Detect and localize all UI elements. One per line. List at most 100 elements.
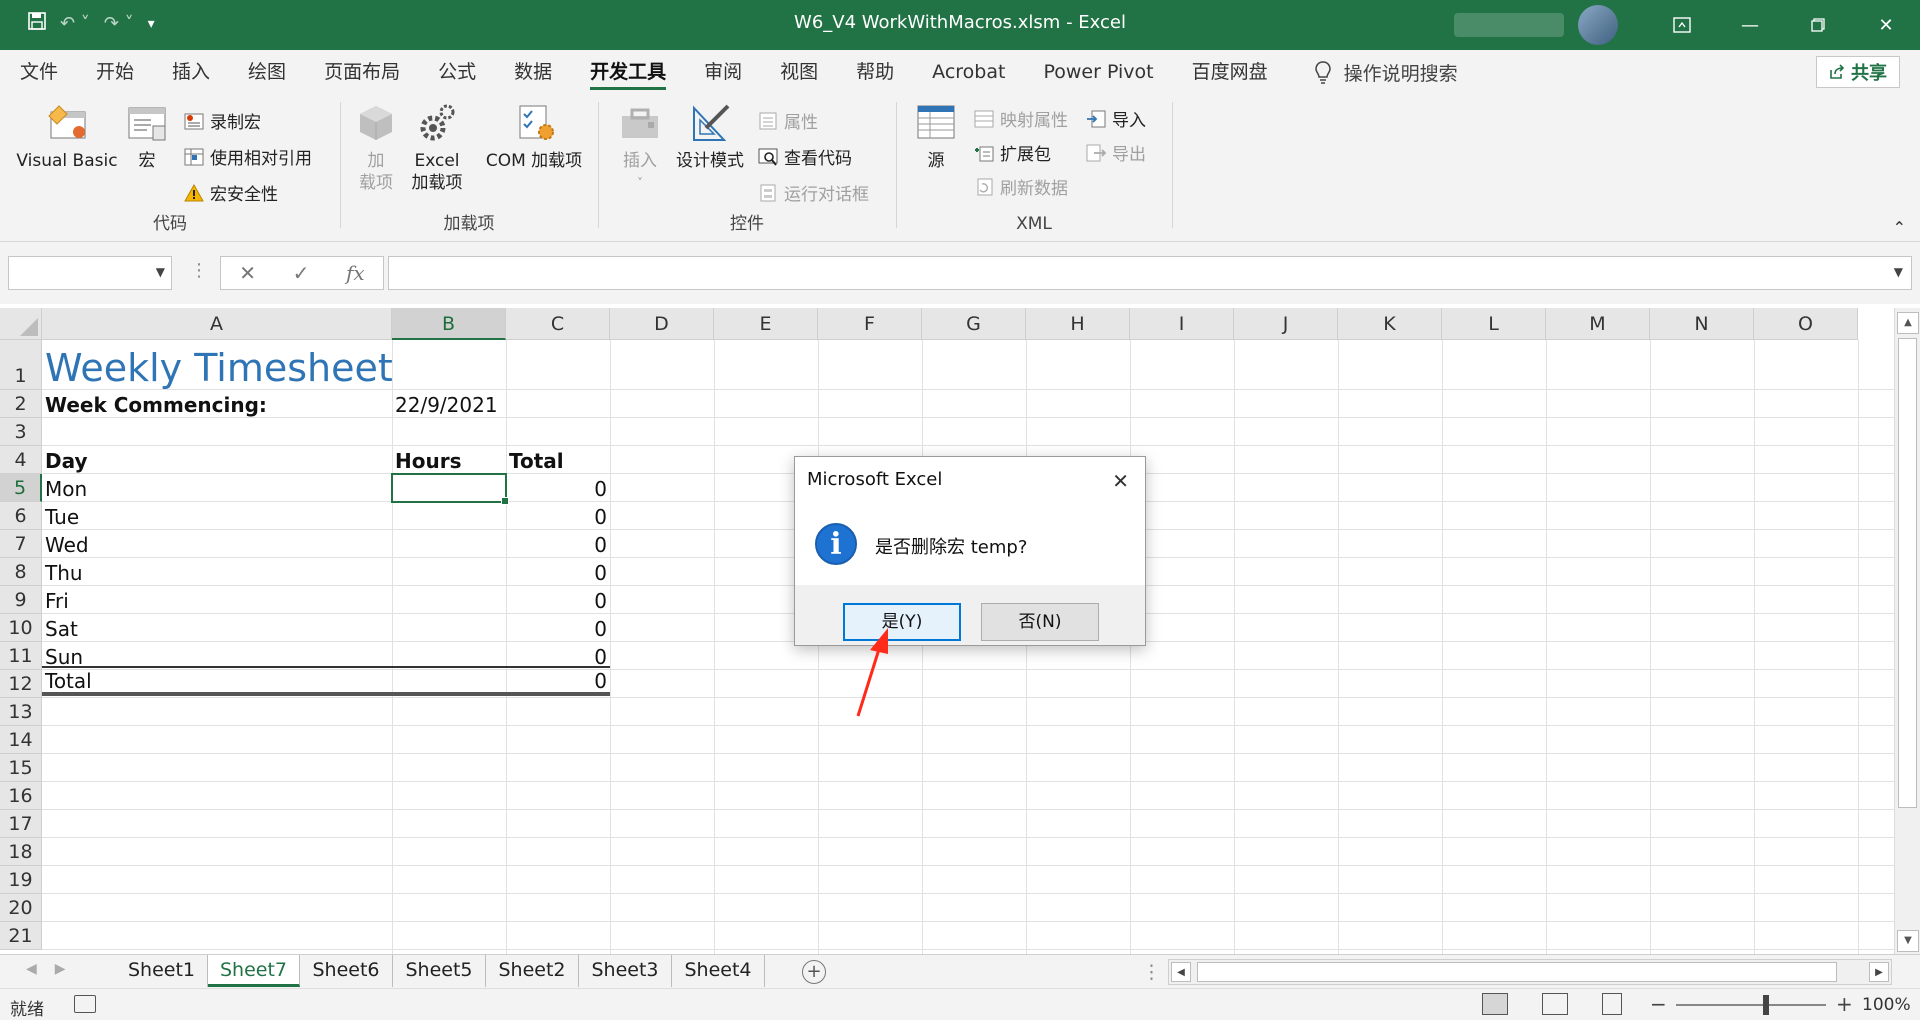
column-header-h[interactable]: H <box>1026 308 1130 340</box>
row-header-3[interactable]: 3 <box>0 418 42 446</box>
add-sheet-icon[interactable]: + <box>802 960 826 984</box>
tab-data[interactable]: 数据 <box>514 50 552 94</box>
macro-recording-icon[interactable] <box>74 995 96 1013</box>
customize-icon[interactable]: ▾ <box>148 16 155 32</box>
grand-total-value[interactable]: 0 <box>506 669 610 694</box>
zoom-slider-thumb[interactable] <box>1763 995 1769 1015</box>
zoom-out-button[interactable]: − <box>1650 992 1667 1016</box>
prev-sheet-icon[interactable]: ◀ <box>26 961 37 977</box>
column-header-b[interactable]: B <box>392 308 506 340</box>
column-header-o[interactable]: O <box>1754 308 1858 340</box>
row-header-15[interactable]: 15 <box>0 754 42 782</box>
com-addins-button[interactable]: COM 加载项 <box>478 102 590 172</box>
tab-review[interactable]: 审阅 <box>704 50 742 94</box>
no-button[interactable]: 否(N) <box>981 603 1099 641</box>
row-header-7[interactable]: 7 <box>0 530 42 558</box>
day-cell[interactable]: Wed <box>42 530 392 558</box>
visual-basic-button[interactable]: Visual Basic <box>12 102 122 172</box>
avatar[interactable] <box>1578 5 1618 45</box>
day-cell[interactable]: Tue <box>42 502 392 530</box>
week-commencing-label[interactable]: Week Commencing: <box>42 390 392 418</box>
tab-developer[interactable]: 开发工具 <box>590 50 667 94</box>
row-header-19[interactable]: 19 <box>0 866 42 894</box>
tab-formulas[interactable]: 公式 <box>438 50 476 94</box>
total-label[interactable]: Total <box>42 669 392 694</box>
column-header-d[interactable]: D <box>610 308 714 340</box>
chevron-down-icon[interactable]: ▼ <box>156 265 165 279</box>
column-header-m[interactable]: M <box>1546 308 1650 340</box>
horizontal-scroll-thumb[interactable] <box>1197 962 1837 982</box>
row-header-6[interactable]: 6 <box>0 502 42 530</box>
close-window-icon[interactable]: ✕ <box>1852 0 1920 50</box>
day-total-cell[interactable]: 0 <box>506 586 610 614</box>
expansion-packs-button[interactable]: 扩展包 <box>974 140 1051 165</box>
zoom-level[interactable]: 100% <box>1862 995 1911 1015</box>
vertical-scroll-thumb[interactable] <box>1898 338 1917 808</box>
save-icon[interactable] <box>28 12 46 35</box>
sheet-tab-sheet3[interactable]: Sheet3 <box>579 955 672 987</box>
xml-source-button[interactable]: 源 <box>914 102 958 172</box>
row-header-16[interactable]: 16 <box>0 782 42 810</box>
record-macro-button[interactable]: 录制宏 <box>184 108 261 133</box>
row-header-10[interactable]: 10 <box>0 614 42 642</box>
tab-acrobat[interactable]: Acrobat <box>932 50 1005 94</box>
day-total-cell[interactable]: 0 <box>506 642 610 670</box>
row-header-20[interactable]: 20 <box>0 894 42 922</box>
insert-function-icon[interactable]: fx <box>346 261 365 285</box>
horizontal-scrollbar[interactable]: ◀ ▶ <box>1168 959 1892 985</box>
day-total-cell[interactable]: 0 <box>506 558 610 586</box>
column-header-c[interactable]: C <box>506 308 610 340</box>
tab-help[interactable]: 帮助 <box>856 50 894 94</box>
column-header-e[interactable]: E <box>714 308 818 340</box>
expand-formula-icon[interactable]: ▼ <box>1894 265 1903 279</box>
ribbon-display-options-icon[interactable] <box>1648 0 1716 50</box>
row-header-21[interactable]: 21 <box>0 922 42 950</box>
sheet-tab-sheet2[interactable]: Sheet2 <box>486 955 579 987</box>
sheet-tab-sheet7[interactable]: Sheet7 <box>208 955 300 987</box>
header-hours[interactable]: Hours <box>392 446 506 474</box>
excel-addins-button[interactable]: Excel 加载项 <box>404 102 470 194</box>
page-layout-view-icon[interactable] <box>1542 993 1568 1015</box>
day-cell[interactable]: Sat <box>42 614 392 642</box>
column-header-f[interactable]: F <box>818 308 922 340</box>
day-cell[interactable]: Thu <box>42 558 392 586</box>
active-cell-b5[interactable] <box>391 473 509 505</box>
header-day[interactable]: Day <box>42 446 392 474</box>
scroll-up-icon[interactable]: ▲ <box>1897 312 1919 334</box>
redo-icon[interactable]: ↷ ˅ <box>104 13 134 34</box>
day-total-cell[interactable]: 0 <box>506 614 610 642</box>
formula-bar-splitter[interactable]: ⋮ <box>190 260 208 281</box>
column-header-k[interactable]: K <box>1338 308 1442 340</box>
tab-draw[interactable]: 绘图 <box>248 50 286 94</box>
restore-icon[interactable] <box>1784 0 1852 50</box>
header-total[interactable]: Total <box>506 446 610 474</box>
row-header-18[interactable]: 18 <box>0 838 42 866</box>
share-button[interactable]: 共享 <box>1816 56 1900 88</box>
minimize-icon[interactable]: — <box>1716 0 1784 50</box>
vertical-scrollbar[interactable]: ▲ ▼ <box>1894 308 1920 956</box>
day-cell[interactable]: Sun <box>42 642 392 670</box>
dialog-close-icon[interactable]: ✕ <box>1112 469 1129 493</box>
scroll-left-icon[interactable]: ◀ <box>1171 962 1191 982</box>
day-total-cell[interactable]: 0 <box>506 530 610 558</box>
tab-view[interactable]: 视图 <box>780 50 818 94</box>
cancel-icon[interactable]: ✕ <box>239 261 256 285</box>
macro-security-button[interactable]: 宏安全性 <box>184 180 278 205</box>
row-header-13[interactable]: 13 <box>0 698 42 726</box>
tab-splitter[interactable]: ⋮ <box>1142 961 1161 983</box>
row-header-14[interactable]: 14 <box>0 726 42 754</box>
week-commencing-value[interactable]: 22/9/2021 <box>392 390 506 418</box>
row-header-9[interactable]: 9 <box>0 586 42 614</box>
row-header-11[interactable]: 11 <box>0 642 42 670</box>
row-header-17[interactable]: 17 <box>0 810 42 838</box>
column-header-g[interactable]: G <box>922 308 1026 340</box>
macros-button[interactable]: 宏 <box>122 102 172 172</box>
enter-icon[interactable]: ✓ <box>293 261 310 285</box>
tell-me-search[interactable]: 操作说明搜索 <box>1314 59 1458 86</box>
view-code-button[interactable]: 查看代码 <box>758 144 852 169</box>
sheet-tab-sheet4[interactable]: Sheet4 <box>672 955 765 987</box>
scroll-down-icon[interactable]: ▼ <box>1897 930 1919 952</box>
row-header-1[interactable]: 1 <box>0 340 42 390</box>
day-total-cell[interactable]: 0 <box>506 474 610 502</box>
normal-view-icon[interactable] <box>1482 993 1508 1015</box>
